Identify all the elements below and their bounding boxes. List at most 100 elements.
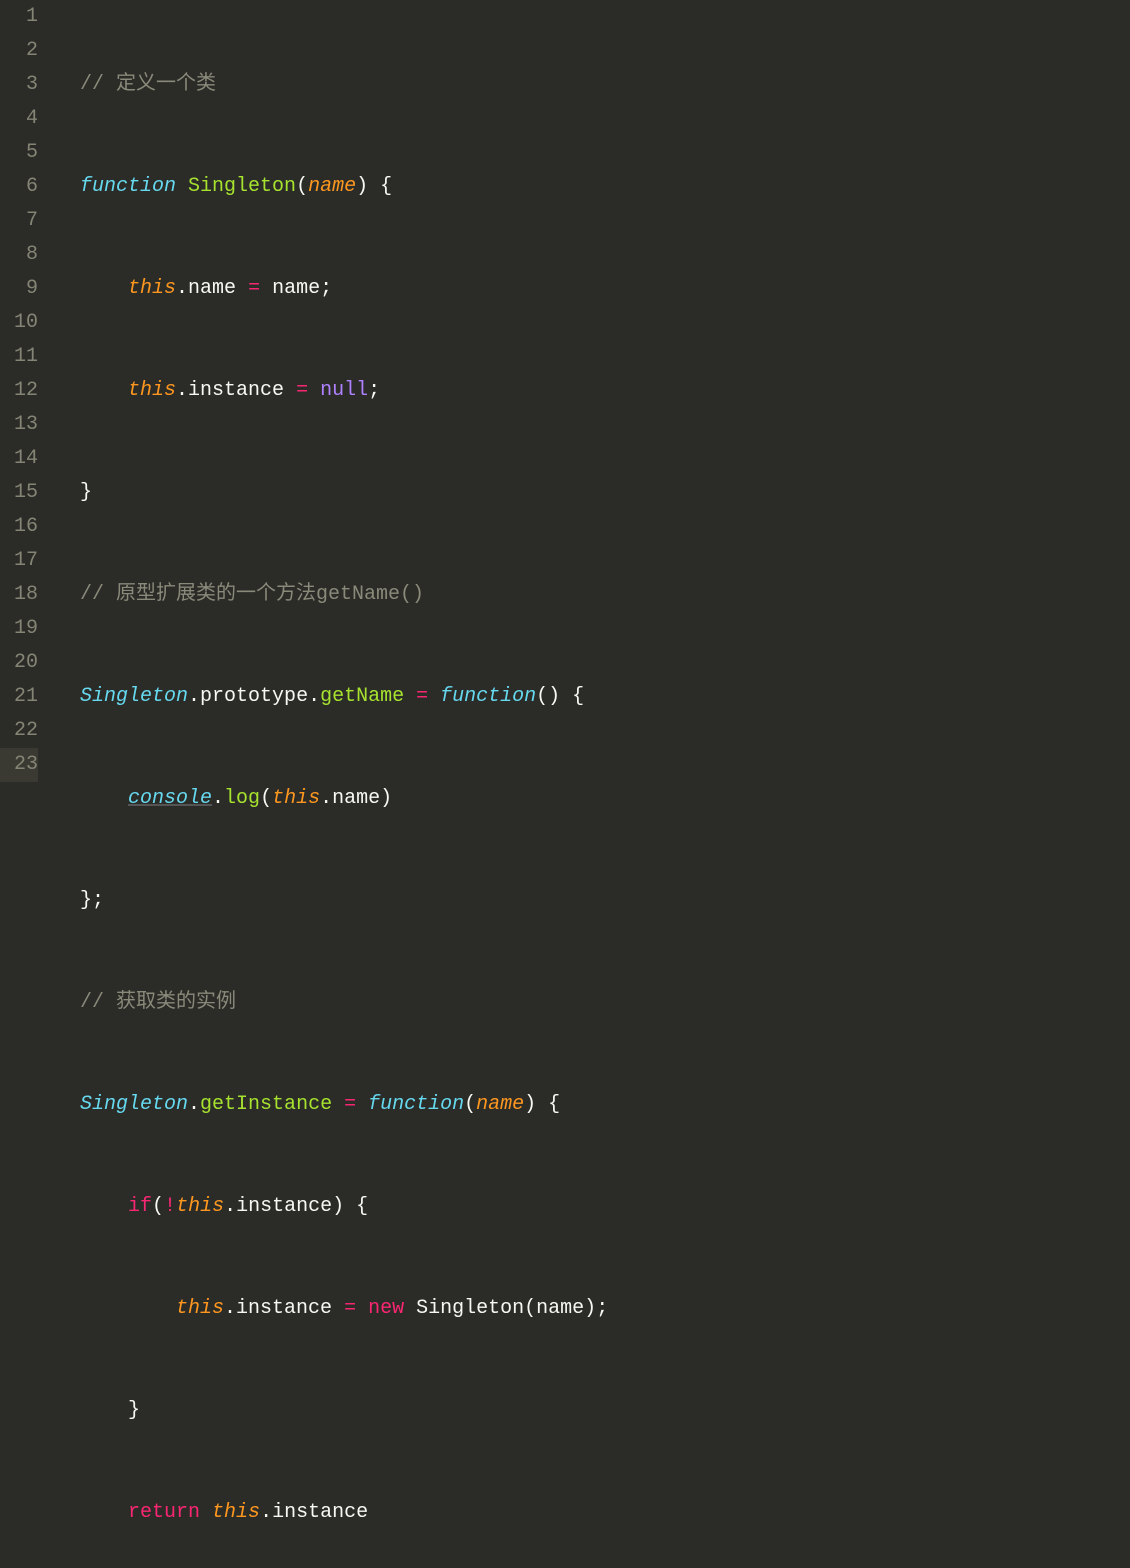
- line-number[interactable]: 4: [0, 102, 38, 136]
- code-editor: 1 2 3 4 5 6 7 8 9 10 11 12 13 14 15 16 1…: [0, 0, 1130, 784]
- line-number[interactable]: 7: [0, 204, 38, 238]
- paren-close: ): [332, 1195, 344, 1218]
- line-number[interactable]: 2: [0, 34, 38, 68]
- dot: .: [212, 787, 224, 810]
- operator: =: [332, 1093, 368, 1116]
- code-line[interactable]: function Singleton(name) {: [56, 170, 1130, 204]
- code-line[interactable]: if(!this.instance) {: [56, 1190, 1130, 1224]
- method: getInstance: [200, 1093, 332, 1116]
- method: log: [224, 787, 260, 810]
- code-line[interactable]: };: [56, 884, 1130, 918]
- space: [200, 1501, 212, 1524]
- line-number-gutter: 1 2 3 4 5 6 7 8 9 10 11 12 13 14 15 16 1…: [0, 0, 56, 784]
- property: name: [188, 277, 236, 300]
- line-number[interactable]: 10: [0, 306, 38, 340]
- parameter: name: [308, 175, 356, 198]
- code-line[interactable]: this.instance = new Singleton(name);: [56, 1292, 1130, 1326]
- brace: {: [536, 1093, 560, 1116]
- code-line[interactable]: // 原型扩展类的一个方法getName(): [56, 578, 1130, 612]
- code-line[interactable]: // 定义一个类: [56, 68, 1130, 102]
- line-number[interactable]: 22: [0, 714, 38, 748]
- brace: {: [344, 1195, 368, 1218]
- dot: .: [320, 787, 332, 810]
- code-line[interactable]: this.instance = null;: [56, 374, 1130, 408]
- code-line[interactable]: this.name = name;: [56, 272, 1130, 306]
- object: Singleton: [80, 685, 188, 708]
- line-number[interactable]: 5: [0, 136, 38, 170]
- dot: .: [176, 379, 188, 402]
- line-number[interactable]: 13: [0, 408, 38, 442]
- comment: // 获取类的实例: [80, 991, 236, 1014]
- line-number[interactable]: 3: [0, 68, 38, 102]
- this-keyword: this: [128, 379, 176, 402]
- property: instance: [188, 379, 284, 402]
- code-line[interactable]: // 获取类的实例: [56, 986, 1130, 1020]
- line-number[interactable]: 18: [0, 578, 38, 612]
- code-line[interactable]: Singleton.getInstance = function(name) {: [56, 1088, 1130, 1122]
- code-line[interactable]: }: [56, 1394, 1130, 1428]
- line-number[interactable]: 16: [0, 510, 38, 544]
- operator: =: [404, 685, 440, 708]
- property: prototype: [200, 685, 308, 708]
- line-number[interactable]: 15: [0, 476, 38, 510]
- this-keyword: this: [128, 277, 176, 300]
- line-number[interactable]: 11: [0, 340, 38, 374]
- brace: {: [368, 175, 392, 198]
- code-line[interactable]: console.log(this.name): [56, 782, 1130, 816]
- semicolon: ;: [596, 1297, 608, 1320]
- class-call: Singleton: [416, 1297, 524, 1320]
- dot: .: [224, 1195, 236, 1218]
- line-number[interactable]: 14: [0, 442, 38, 476]
- line-number[interactable]: 21: [0, 680, 38, 714]
- paren-open: (: [152, 1195, 164, 1218]
- operator: =: [332, 1297, 368, 1320]
- paren-open: (: [296, 175, 308, 198]
- paren-close: ): [356, 175, 368, 198]
- parameter: name: [476, 1093, 524, 1116]
- property: instance: [272, 1501, 368, 1524]
- space: [176, 175, 188, 198]
- line-number[interactable]: 6: [0, 170, 38, 204]
- this-keyword: this: [176, 1297, 224, 1320]
- keyword-if: if: [128, 1195, 152, 1218]
- null-literal: null: [320, 379, 368, 402]
- dot: .: [188, 685, 200, 708]
- object: Singleton: [80, 1093, 188, 1116]
- this-keyword: this: [176, 1195, 224, 1218]
- brace: {: [560, 685, 584, 708]
- line-number[interactable]: 12: [0, 374, 38, 408]
- paren-open: (: [260, 787, 272, 810]
- line-number[interactable]: 23: [0, 748, 38, 782]
- line-number[interactable]: 20: [0, 646, 38, 680]
- this-keyword: this: [212, 1501, 260, 1524]
- dot: .: [224, 1297, 236, 1320]
- method: getName: [320, 685, 404, 708]
- semicolon: ;: [320, 277, 332, 300]
- code-line[interactable]: Singleton.prototype.getName = function()…: [56, 680, 1130, 714]
- keyword-return: return: [128, 1501, 200, 1524]
- argument: name: [536, 1297, 584, 1320]
- dot: .: [260, 1501, 272, 1524]
- brace: };: [80, 889, 104, 912]
- space: [404, 1297, 416, 1320]
- line-number[interactable]: 8: [0, 238, 38, 272]
- line-number[interactable]: 19: [0, 612, 38, 646]
- property: instance: [236, 1297, 332, 1320]
- paren-open: (: [524, 1297, 536, 1320]
- line-number[interactable]: 17: [0, 544, 38, 578]
- property: instance: [236, 1195, 332, 1218]
- paren-open: (: [464, 1093, 476, 1116]
- paren-close: ): [380, 787, 392, 810]
- code-line[interactable]: return this.instance: [56, 1496, 1130, 1530]
- brace: }: [80, 481, 92, 504]
- keyword-new: new: [368, 1297, 404, 1320]
- parens: (): [536, 685, 560, 708]
- code-line[interactable]: }: [56, 476, 1130, 510]
- operator-not: !: [164, 1195, 176, 1218]
- line-number[interactable]: 9: [0, 272, 38, 306]
- this-keyword: this: [272, 787, 320, 810]
- code-area[interactable]: // 定义一个类 function Singleton(name) { this…: [56, 0, 1130, 784]
- line-number[interactable]: 1: [0, 0, 38, 34]
- operator: =: [236, 277, 272, 300]
- comment: // 原型扩展类的一个方法getName(): [80, 583, 424, 606]
